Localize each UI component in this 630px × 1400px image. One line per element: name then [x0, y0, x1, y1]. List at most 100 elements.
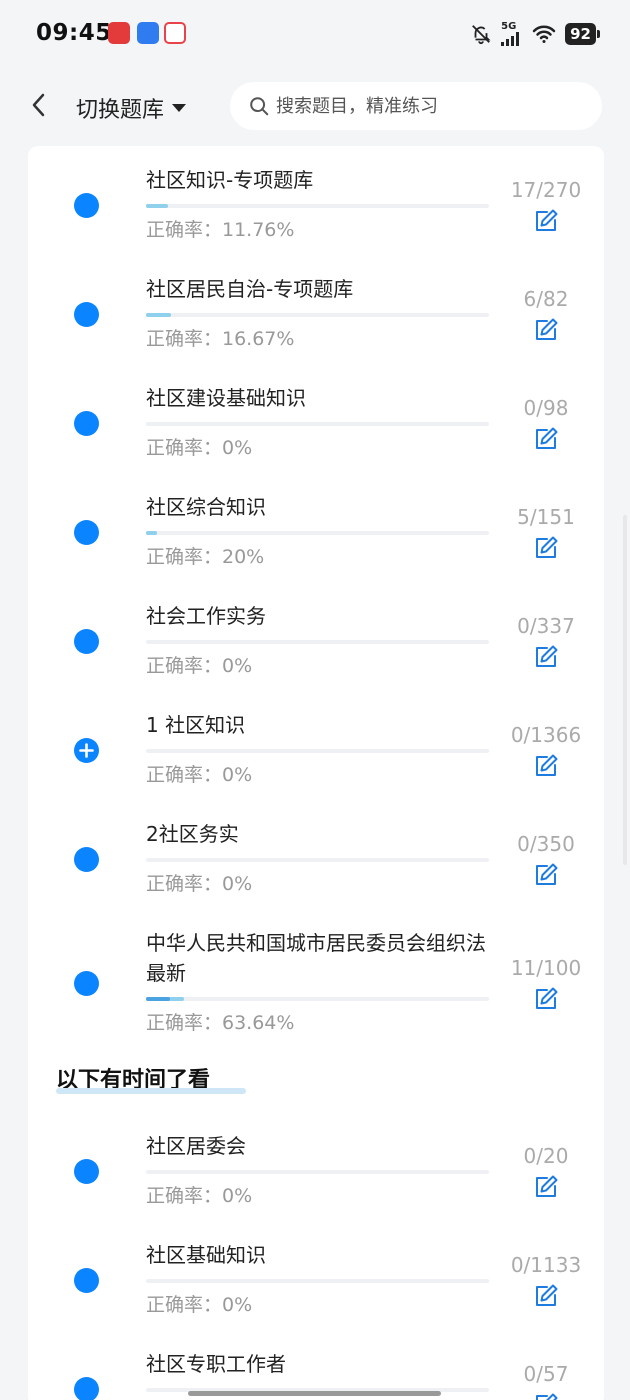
system-icons: 5G 92 — [470, 20, 600, 48]
bank-item[interactable]: 社区居委会正确率：0% 0/20 — [28, 1116, 604, 1221]
status-dot-icon — [74, 1377, 99, 1400]
item-title: 社区基础知识 — [146, 1243, 266, 1267]
item-title: 社区知识-专项题库 — [146, 168, 314, 192]
edit-icon[interactable] — [533, 644, 559, 670]
item-title: 1 社区知识 — [146, 713, 246, 737]
item-title: 社区综合知识 — [146, 495, 266, 519]
progress-bar — [146, 997, 489, 1001]
progress-fill — [146, 531, 158, 535]
section-title-underline — [56, 1088, 246, 1094]
accuracy-text: 正确率：0% — [146, 873, 253, 895]
item-title: 社区专职工作者 — [146, 1352, 286, 1376]
shield-app-icon — [137, 22, 159, 44]
bank-item[interactable]: 社区知识-专项题库 正确率：11.76% 17/270 — [28, 150, 604, 255]
edit-icon[interactable] — [533, 862, 559, 888]
bank-item[interactable]: 2社区务实正确率：0% 0/350 — [28, 804, 604, 909]
progress-count: 6/82 — [523, 287, 569, 311]
edit-icon[interactable] — [533, 1174, 559, 1200]
status-dot-icon — [74, 520, 99, 545]
edit-icon[interactable] — [533, 317, 559, 343]
edit-icon[interactable] — [533, 986, 559, 1012]
edit-icon[interactable] — [533, 1392, 559, 1400]
search-input[interactable] — [276, 95, 576, 117]
progress-bar — [146, 858, 489, 862]
status-dot-icon — [74, 971, 99, 996]
status-dot-icon — [74, 847, 99, 872]
progress-correct-fill — [146, 997, 170, 1001]
question-bank-list: 以下有时间了看 社区知识-专项题库 正确率：11.76% 17/270 社区居民自治-… — [28, 146, 604, 1400]
progress-bar — [146, 531, 489, 535]
progress-count: 0/1366 — [510, 723, 582, 747]
progress-bar — [146, 422, 489, 426]
edit-icon[interactable] — [533, 753, 559, 779]
accuracy-text: 正确率：11.76% — [146, 219, 295, 241]
status-dot-icon — [74, 1159, 99, 1184]
edit-icon[interactable] — [533, 535, 559, 561]
bank-item[interactable]: 社区居民自治-专项题库 正确率：16.67% 6/82 — [28, 259, 604, 364]
progress-bar — [146, 1170, 489, 1174]
plus-circle-icon[interactable] — [74, 738, 99, 763]
bank-item[interactable]: 社会工作实务 正确率：0% 0/337 — [28, 586, 604, 691]
edit-icon[interactable] — [533, 426, 559, 452]
search-icon — [250, 97, 269, 116]
status-dot-icon — [74, 629, 99, 654]
item-title: 中华人民共和国城市居民委员会组织法 最新 — [146, 931, 486, 985]
switch-bank-dropdown[interactable]: 切换题库 — [76, 92, 187, 124]
progress-count: 17/270 — [510, 178, 582, 202]
progress-count: 5/151 — [517, 505, 575, 529]
item-title: 社区居委会 — [146, 1134, 246, 1158]
progress-bar — [146, 640, 489, 644]
battery-indicator: 92 — [565, 23, 600, 45]
item-title: 社会工作实务 — [146, 604, 266, 628]
item-title: 社区居民自治-专项题库 — [146, 277, 354, 301]
network-label: 5G — [501, 21, 517, 32]
accuracy-text: 正确率：0% — [146, 764, 253, 786]
status-dot-icon — [74, 411, 99, 436]
progress-count: 0/20 — [523, 1144, 569, 1168]
progress-fill — [146, 313, 172, 317]
edit-icon[interactable] — [533, 1283, 559, 1309]
bank-item[interactable]: 社区综合知识 正确率：20% 5/151 — [28, 477, 604, 582]
accuracy-text: 正确率：16.67% — [146, 328, 295, 350]
progress-count: 0/337 — [517, 614, 575, 638]
bell-off-icon — [472, 25, 491, 45]
progress-bar — [146, 204, 489, 208]
progress-bar — [146, 313, 489, 317]
header: 切换题库 — [0, 70, 630, 146]
accuracy-text: 正确率：0% — [146, 1294, 253, 1316]
accuracy-text: 正确率：63.64% — [146, 1012, 295, 1034]
accuracy-text: 正确率：20% — [146, 546, 265, 568]
accuracy-text: 正确率：0% — [146, 655, 253, 677]
back-button[interactable] — [24, 90, 54, 120]
signal-icon — [501, 32, 520, 46]
status-time: 09:45 — [36, 20, 112, 46]
status-bar: 09:45 5G 92 — [0, 0, 630, 70]
progress-count: 0/57 — [523, 1362, 569, 1386]
accuracy-text: 正确率：0% — [146, 1185, 253, 1207]
wifi-icon — [532, 25, 556, 43]
scrollbar[interactable] — [623, 515, 627, 865]
item-title: 社区建设基础知识 — [146, 386, 306, 410]
item-title: 2社区务实 — [146, 822, 239, 846]
progress-count: 0/350 — [517, 832, 575, 856]
progress-count: 0/1133 — [510, 1253, 582, 1277]
warning-app-icon — [164, 22, 186, 44]
switch-bank-label: 切换题库 — [76, 98, 165, 123]
status-dot-icon — [74, 1268, 99, 1293]
progress-bar — [146, 1279, 489, 1283]
status-dot-icon — [74, 302, 99, 327]
bank-item[interactable]: 中华人民共和国城市居民委员会组织法 最新正确率：63.64% 11/100 — [28, 913, 604, 1034]
home-indicator[interactable] — [188, 1391, 441, 1396]
progress-count: 0/98 — [523, 396, 569, 420]
progress-count: 11/100 — [510, 956, 582, 980]
app-notification-icon — [108, 22, 130, 44]
caret-down-icon — [172, 104, 187, 112]
bank-item[interactable]: 1 社区知识 正确率：0% 0/1366 — [28, 695, 604, 800]
progress-fill — [146, 204, 168, 208]
edit-icon[interactable] — [533, 208, 559, 234]
search-box[interactable] — [230, 82, 602, 130]
bank-item[interactable]: 社区建设基础知识 正确率：0% 0/98 — [28, 368, 604, 473]
accuracy-text: 正确率：0% — [146, 437, 253, 459]
progress-bar — [146, 749, 489, 753]
bank-item[interactable]: 社区基础知识 正确率：0% 0/1133 — [28, 1225, 604, 1330]
